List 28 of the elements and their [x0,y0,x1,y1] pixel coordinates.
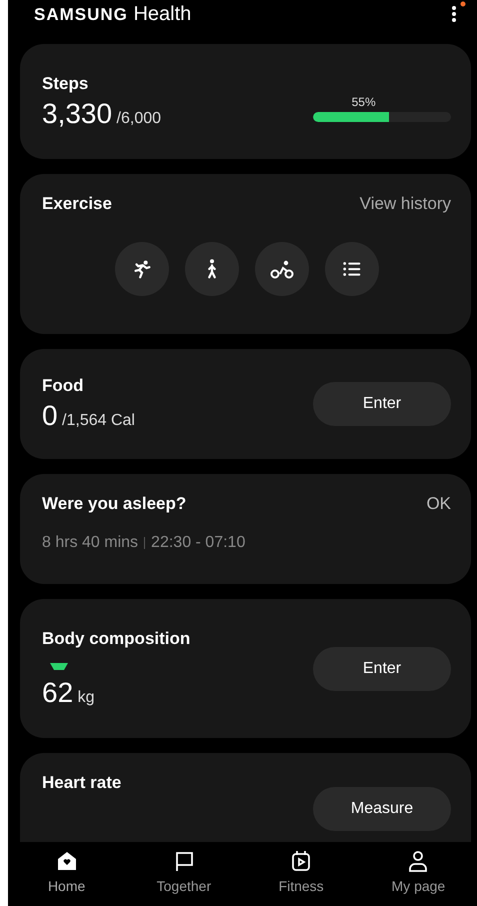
body-composition-card[interactable]: Body composition 62 kg Enter [20,599,471,738]
nav-tab[interactable]: Fitness [242,842,360,906]
enter-button[interactable]: Enter [313,382,451,426]
sleep-duration: 8 hrs 40 mins [42,534,138,552]
card-title: Heart rate [42,773,122,793]
sleep-time-range: 22:30 - 07:10 [151,534,246,552]
gauge-icon [48,660,70,670]
food-card[interactable]: Food 0/1,564 Cal Enter [20,349,471,459]
cycling-icon [270,258,294,280]
app-title: SAMSUNG Health [34,3,192,26]
weight-value: 62 kg [42,676,96,708]
nav-tab[interactable]: Together [125,842,242,906]
card-title: Exercise [42,194,112,214]
nav-tab[interactable]: Home [8,842,126,906]
card-title: Steps [42,74,90,94]
nav-tab[interactable]: My page [360,842,477,906]
measure-button[interactable]: Measure [313,787,451,831]
view-history-link[interactable]: View history [360,194,451,214]
card-title: Food [42,376,85,396]
ok-button[interactable]: OK [426,494,451,514]
card-title: Were you asleep? [42,494,186,514]
steps-count: 3,330/6,000 [42,98,162,130]
progress-percent: 55% [352,95,377,109]
calorie-count: 0/1,564 Cal [42,400,135,432]
card-title: Body composition [42,628,190,648]
enter-button[interactable]: Enter [313,646,451,690]
heart-rate-card[interactable]: Heart rate Measure [20,753,471,842]
steps-card[interactable]: Steps 3,330/6,000 55% [20,44,471,159]
